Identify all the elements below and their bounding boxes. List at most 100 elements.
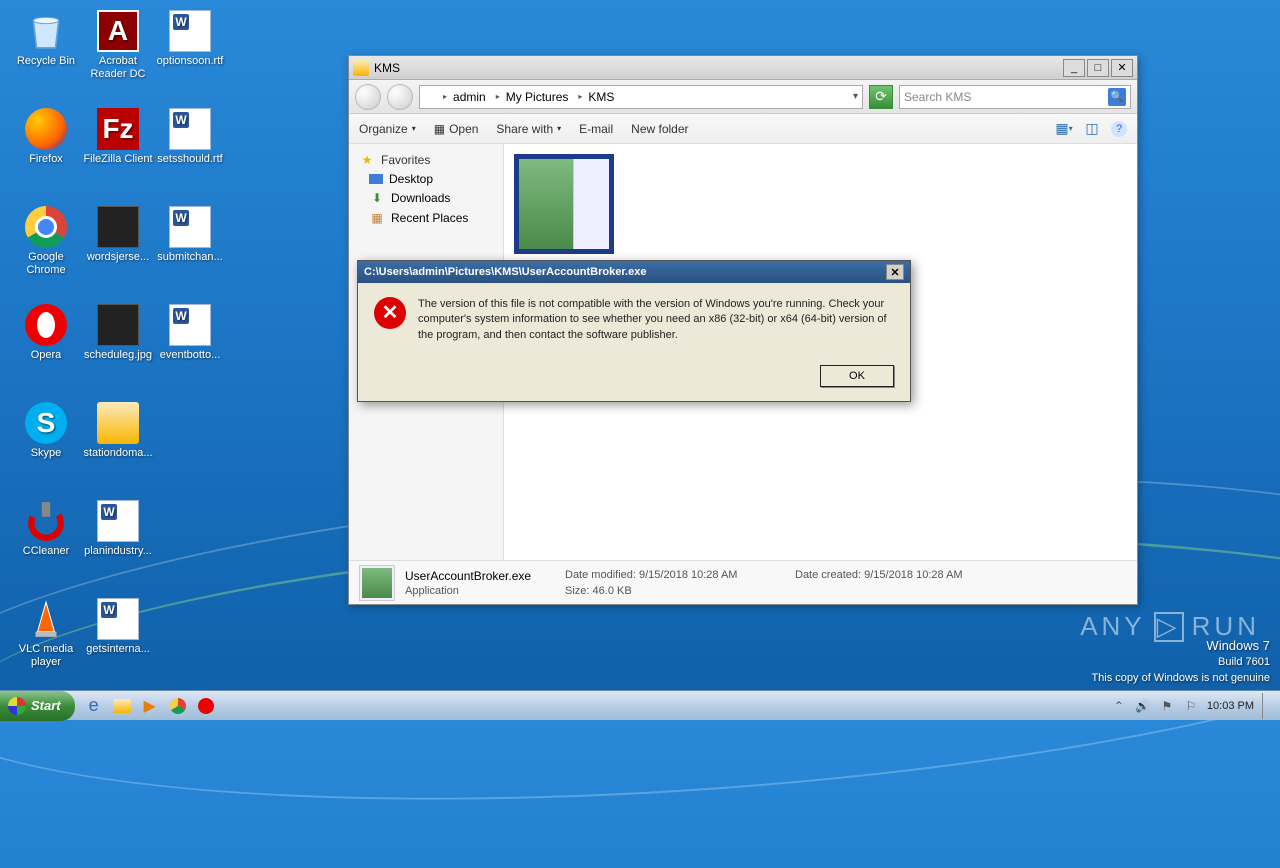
desktop-icon-planindustry-[interactable]: planindustry... <box>82 500 154 558</box>
dialog-title: C:\Users\admin\Pictures\KMS\UserAccountB… <box>364 266 646 278</box>
desktop-icon-stationdoma-[interactable]: stationdoma... <box>82 402 154 460</box>
address-bar[interactable]: ▸ admin▸ My Pictures▸ KMS ▾ <box>419 85 863 109</box>
error-dialog: C:\Users\admin\Pictures\KMS\UserAccountB… <box>357 260 911 402</box>
taskbar: Start e ▶ ⌃ 🔊 ⚑ ⚐ 10:03 PM <box>0 690 1280 720</box>
refresh-button[interactable]: ⟳ <box>869 85 893 109</box>
file-thumbnail[interactable] <box>514 154 614 254</box>
taskbar-opera[interactable] <box>193 693 219 719</box>
icon-label: Recycle Bin <box>10 55 82 68</box>
desktop-icon-skype[interactable]: SSkype <box>10 402 82 460</box>
tray-chevron-icon[interactable]: ⌃ <box>1111 698 1127 714</box>
desktop-icon-submitchan-[interactable]: submitchan... <box>154 206 226 264</box>
firefox-icon <box>25 108 67 150</box>
icon-label: eventbotto... <box>154 349 226 362</box>
desktop-icon-recycle-bin[interactable]: Recycle Bin <box>10 10 82 68</box>
taskbar-chrome[interactable] <box>165 693 191 719</box>
icon-label: FileZilla Client <box>82 153 154 166</box>
minimize-button[interactable]: _ <box>1063 59 1085 77</box>
breadcrumb-seg[interactable]: admin <box>447 90 493 104</box>
icon-label: Acrobat Reader DC <box>82 55 154 81</box>
ok-button[interactable]: OK <box>820 365 894 387</box>
chrome-icon <box>25 206 67 248</box>
tray-network-icon[interactable]: ⚑ <box>1159 698 1175 714</box>
error-icon: ✕ <box>374 297 406 329</box>
start-button[interactable]: Start <box>0 691 75 721</box>
desktop-icon-ccleaner[interactable]: CCleaner <box>10 500 82 558</box>
close-button[interactable]: ✕ <box>1111 59 1133 77</box>
icon-label: Firefox <box>10 153 82 166</box>
maximize-button[interactable]: □ <box>1087 59 1109 77</box>
icon-label: getsinterna... <box>82 643 154 656</box>
explorer-titlebar[interactable]: KMS _ □ ✕ <box>349 56 1137 80</box>
organize-menu[interactable]: Organize▾ <box>359 122 416 136</box>
dialog-message: The version of this file is not compatib… <box>418 297 894 343</box>
dialog-close-button[interactable]: ✕ <box>886 264 904 280</box>
desktop-icon-opera[interactable]: Opera <box>10 304 82 362</box>
filezilla-icon: Fz <box>97 108 139 150</box>
clock[interactable]: 10:03 PM <box>1207 700 1254 712</box>
search-input[interactable]: Search KMS 🔍 <box>899 85 1131 109</box>
forward-button[interactable] <box>387 84 413 110</box>
ccleaner-icon <box>25 500 67 542</box>
desktop-icon-scheduleg-jpg[interactable]: scheduleg.jpg <box>82 304 154 362</box>
desktop-icon-firefox[interactable]: Firefox <box>10 108 82 166</box>
desktop-icon-google-chrome[interactable]: Google Chrome <box>10 206 82 277</box>
desktop-icon-getsinterna-[interactable]: getsinterna... <box>82 598 154 656</box>
bin-icon <box>25 10 67 52</box>
icon-label: submitchan... <box>154 251 226 264</box>
email-button[interactable]: E-mail <box>579 122 613 136</box>
window-title: KMS <box>374 61 400 75</box>
toolbar: Organize▾ ▦ Open Share with▾ E-mail New … <box>349 114 1137 144</box>
word-icon <box>169 304 211 346</box>
help-icon[interactable]: ? <box>1111 121 1127 137</box>
details-filename: UserAccountBroker.exe <box>405 569 545 583</box>
sidebar-favorites[interactable]: ★Favorites <box>349 150 503 170</box>
word-icon <box>169 10 211 52</box>
jpg-icon <box>97 206 139 248</box>
icon-label: optionsoon.rtf <box>154 55 226 68</box>
desktop-icon-wordsjerse-[interactable]: wordsjerse... <box>82 206 154 264</box>
desktop-icon-optionsoon-rtf[interactable]: optionsoon.rtf <box>154 10 226 68</box>
windows-watermark: Windows 7 Build 7601 This copy of Window… <box>1091 637 1270 686</box>
view-menu[interactable]: ▦ ▾ <box>1055 120 1073 138</box>
search-icon[interactable]: 🔍 <box>1108 88 1126 106</box>
details-pane: UserAccountBroker.exe Date modified: 9/1… <box>349 560 1137 604</box>
icon-label: stationdoma... <box>82 447 154 460</box>
icon-label: wordsjerse... <box>82 251 154 264</box>
tray-volume-icon[interactable]: 🔊 <box>1135 698 1151 714</box>
tray-flag-icon[interactable]: ⚐ <box>1183 698 1199 714</box>
windows-orb-icon <box>8 697 26 715</box>
back-button[interactable] <box>355 84 381 110</box>
show-desktop-button[interactable] <box>1262 693 1272 719</box>
desktop-icon-acrobat-reader-dc[interactable]: A Acrobat Reader DC <box>82 10 154 81</box>
taskbar-mediaplayer[interactable]: ▶ <box>137 693 163 719</box>
word-icon <box>169 108 211 150</box>
icon-label: scheduleg.jpg <box>82 349 154 362</box>
desktop-icon-filezilla-client[interactable]: Fz FileZilla Client <box>82 108 154 166</box>
navbar: ▸ admin▸ My Pictures▸ KMS ▾ ⟳ Search KMS… <box>349 80 1137 114</box>
sidebar-item-recent[interactable]: ▦Recent Places <box>349 208 503 228</box>
icon-label: setsshould.rtf <box>154 153 226 166</box>
sidebar-item-desktop[interactable]: Desktop <box>349 170 503 188</box>
preview-pane-button[interactable]: ◫ <box>1083 120 1101 138</box>
desktop-icon-eventbotto-[interactable]: eventbotto... <box>154 304 226 362</box>
sidebar-item-downloads[interactable]: ⬇Downloads <box>349 188 503 208</box>
icon-label: planindustry... <box>82 545 154 558</box>
taskbar-ie[interactable]: e <box>81 693 107 719</box>
taskbar-explorer[interactable] <box>109 693 135 719</box>
dialog-titlebar[interactable]: C:\Users\admin\Pictures\KMS\UserAccountB… <box>358 261 910 283</box>
new-folder-button[interactable]: New folder <box>631 122 688 136</box>
adobe-icon: A <box>97 10 139 52</box>
open-button[interactable]: ▦ Open <box>434 122 479 136</box>
breadcrumb-seg[interactable]: My Pictures <box>500 90 576 104</box>
folder-icon <box>97 402 139 444</box>
icon-label: CCleaner <box>10 545 82 558</box>
breadcrumb-seg[interactable]: KMS <box>582 90 621 104</box>
share-menu[interactable]: Share with▾ <box>496 122 561 136</box>
desktop-icon-setsshould-rtf[interactable]: setsshould.rtf <box>154 108 226 166</box>
search-placeholder: Search KMS <box>904 90 971 104</box>
opera-icon <box>25 304 67 346</box>
desktop-icon-vlc-media-player[interactable]: VLC media player <box>10 598 82 669</box>
jpg-icon <box>97 304 139 346</box>
word-icon <box>97 598 139 640</box>
